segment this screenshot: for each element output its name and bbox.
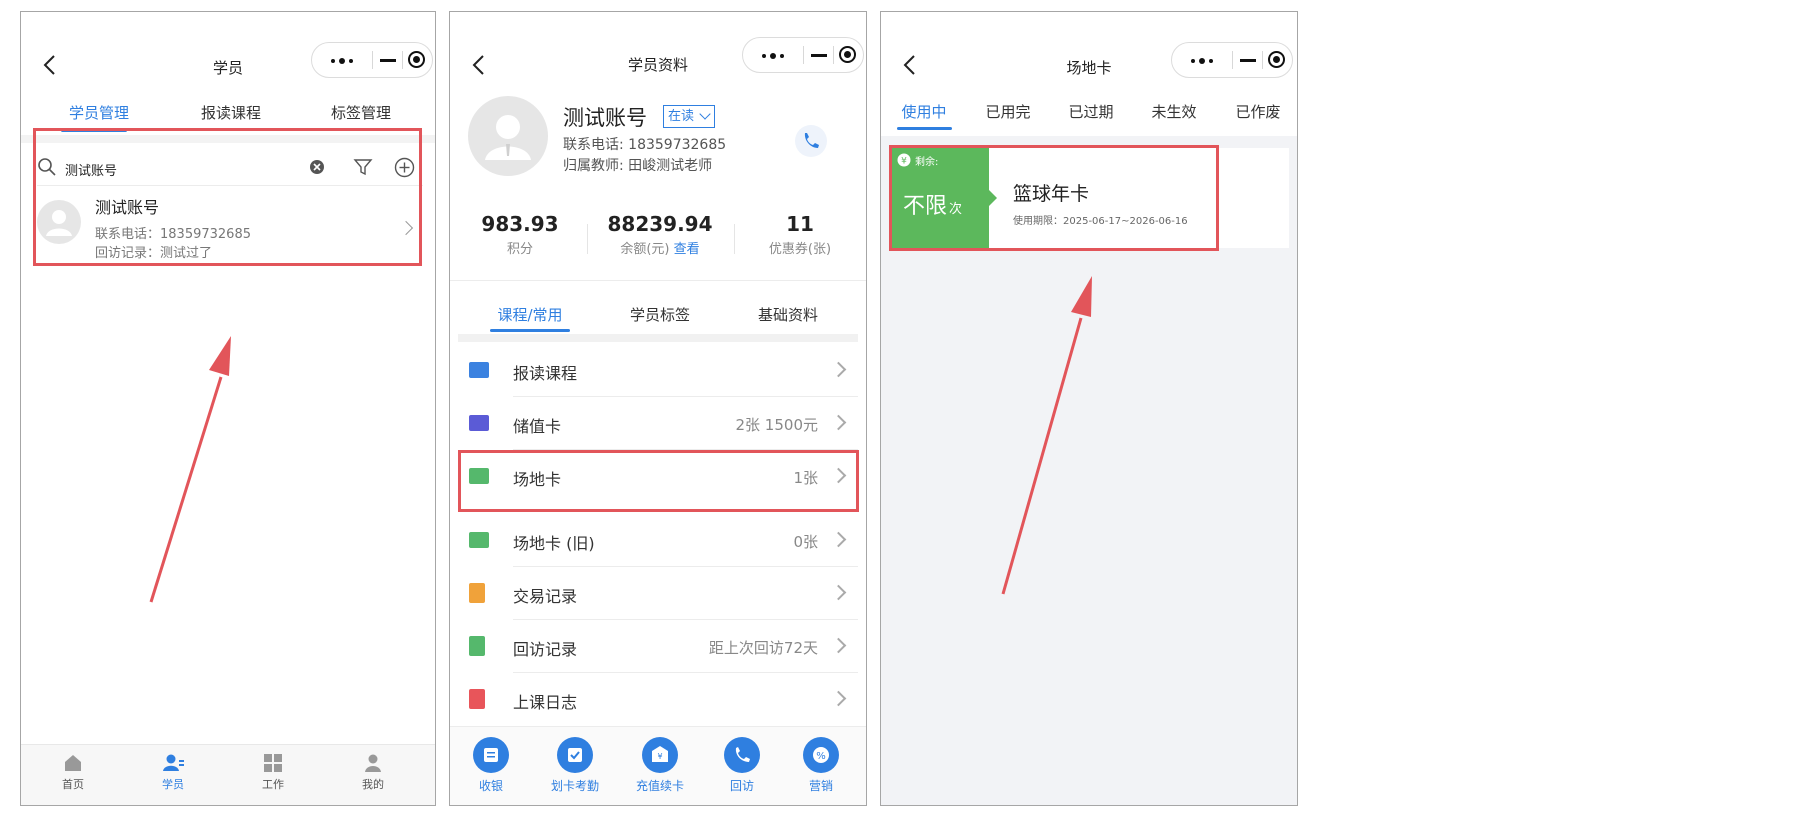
stat-balance: 88239.94 余额(元) 查看 xyxy=(590,212,730,257)
chevron-right-icon xyxy=(830,584,847,601)
row-value: 0张 xyxy=(793,533,818,551)
cashier-label: 收银 xyxy=(478,779,503,793)
venue-card-old-icon xyxy=(469,532,489,548)
attendance-button[interactable]: 划卡考勤 xyxy=(540,737,610,794)
class-log-icon xyxy=(469,689,485,709)
chevron-right-icon xyxy=(830,361,847,378)
balance-label-row: 余额(元) 查看 xyxy=(590,238,730,257)
phone-call-icon[interactable] xyxy=(794,124,828,158)
capsule-divider xyxy=(803,46,804,64)
visit-record-icon xyxy=(469,636,485,656)
stat-divider xyxy=(734,224,735,254)
coupons-value: 11 xyxy=(786,212,814,236)
nav-student-label: 学员 xyxy=(162,778,184,791)
row-label: 交易记录 xyxy=(513,587,578,606)
visit-button[interactable]: 回访 xyxy=(707,737,777,794)
student-icon xyxy=(163,754,184,771)
grid-icon xyxy=(264,754,282,772)
bottom-nav: 首页 学员 工作 我的 xyxy=(21,744,435,805)
profile-phone: 联系电话: 18359732685 xyxy=(563,137,727,153)
row-label: 场地卡 (旧) xyxy=(513,534,595,553)
active-tab-indicator xyxy=(490,329,570,332)
row-venue-card-old[interactable]: 场地卡 (旧) 0张 xyxy=(458,514,858,567)
close-icon[interactable] xyxy=(839,46,856,63)
section-divider xyxy=(450,280,866,281)
more-icon[interactable] xyxy=(761,53,785,59)
tab-divider xyxy=(458,334,858,342)
visit-label: 回访 xyxy=(729,779,754,793)
chevron-right-icon xyxy=(830,531,847,548)
nav-work[interactable]: 工作 xyxy=(243,753,303,792)
student-name: 测试账号 xyxy=(563,106,647,130)
row-enrolled-courses[interactable]: 报读课程 xyxy=(458,344,858,397)
status-badge[interactable]: 在读 xyxy=(663,105,716,128)
student-list-screen: 学员 学员管理 报读课程 标签管理 测试账号 测试账号 联系电话：1835973… xyxy=(20,11,436,806)
tab-student-tags[interactable]: 学员标签 xyxy=(600,304,720,325)
row-label: 回访记录 xyxy=(513,640,578,659)
row-value: 2张 1500元 xyxy=(735,416,819,434)
svg-text:¥: ¥ xyxy=(657,752,662,761)
recharge-label: 充值续卡 xyxy=(635,779,684,793)
row-label: 储值卡 xyxy=(513,417,562,436)
balance-label: 余额(元) xyxy=(620,242,670,257)
profile-teacher: 归属教师: 田峻测试老师 xyxy=(563,158,713,174)
row-label: 报读课程 xyxy=(513,364,578,383)
marketing-button[interactable]: % 营销 xyxy=(786,737,856,794)
stat-points: 983.93 积分 xyxy=(460,212,580,257)
attendance-label: 划卡考勤 xyxy=(550,779,599,793)
coupons-label: 优惠券(张) xyxy=(768,242,832,257)
annotation-arrow xyxy=(1001,276,1092,595)
cashier-icon xyxy=(473,737,509,773)
marketing-label: 营销 xyxy=(808,779,833,793)
visit-phone-icon xyxy=(724,737,760,773)
status-label: 在读 xyxy=(668,109,695,124)
marketing-icon: % xyxy=(803,737,839,773)
stat-divider xyxy=(587,224,588,254)
user-icon xyxy=(365,754,381,772)
stat-coupons[interactable]: 11 优惠券(张) xyxy=(740,212,860,257)
row-value: 距上次回访72天 xyxy=(708,639,818,657)
avatar xyxy=(468,96,548,176)
cashier-button[interactable]: 收银 xyxy=(456,737,526,794)
minimize-icon[interactable] xyxy=(811,54,827,57)
transaction-record-icon xyxy=(469,583,485,603)
attendance-icon xyxy=(557,737,593,773)
home-icon xyxy=(65,755,81,771)
chevron-right-icon xyxy=(830,690,847,707)
nav-mine-label: 我的 xyxy=(362,778,384,791)
nav-mine[interactable]: 我的 xyxy=(343,753,403,792)
recharge-button[interactable]: ¥ 充值续卡 xyxy=(625,737,695,794)
chevron-right-icon xyxy=(830,637,847,654)
student-profile-screen: 学员资料 测试账号 在读 联系电话: 18359732685 归属教师: 田峻测… xyxy=(449,11,867,806)
stored-card-icon xyxy=(469,415,489,431)
nav-work-label: 工作 xyxy=(262,778,284,791)
row-visit-records[interactable]: 回访记录 距上次回访72天 xyxy=(458,620,858,673)
chevron-down-icon xyxy=(699,108,711,120)
recharge-icon: ¥ xyxy=(642,737,678,773)
points-value: 983.93 xyxy=(481,212,559,236)
view-balance-link[interactable]: 查看 xyxy=(674,242,700,257)
nav-student[interactable]: 学员 xyxy=(143,753,203,792)
row-stored-value-card[interactable]: 储值卡 2张 1500元 xyxy=(458,397,858,450)
nav-home-label: 首页 xyxy=(62,778,84,791)
nav-home[interactable]: 首页 xyxy=(43,753,103,792)
row-transactions[interactable]: 交易记录 xyxy=(458,567,858,620)
row-class-log[interactable]: 上课日志 xyxy=(458,673,858,726)
capsule-divider xyxy=(833,46,834,64)
tab-courses[interactable]: 课程/常用 xyxy=(470,304,590,325)
annotation-arrow xyxy=(149,336,231,603)
venue-card-screen: 场地卡 使用中 已用完 已过期 未生效 已作废 ¥ 剩余: 不限次 篮球年卡 使… xyxy=(880,11,1298,806)
course-card-icon xyxy=(469,362,489,378)
highlight-box xyxy=(458,450,859,512)
balance-value: 88239.94 xyxy=(607,212,713,236)
points-label: 积分 xyxy=(506,242,533,257)
mini-program-capsule[interactable] xyxy=(742,37,864,73)
chevron-right-icon xyxy=(830,414,847,431)
svg-text:%: % xyxy=(816,751,826,762)
tab-basic-info[interactable]: 基础资料 xyxy=(728,304,848,325)
row-label: 上课日志 xyxy=(513,693,578,712)
